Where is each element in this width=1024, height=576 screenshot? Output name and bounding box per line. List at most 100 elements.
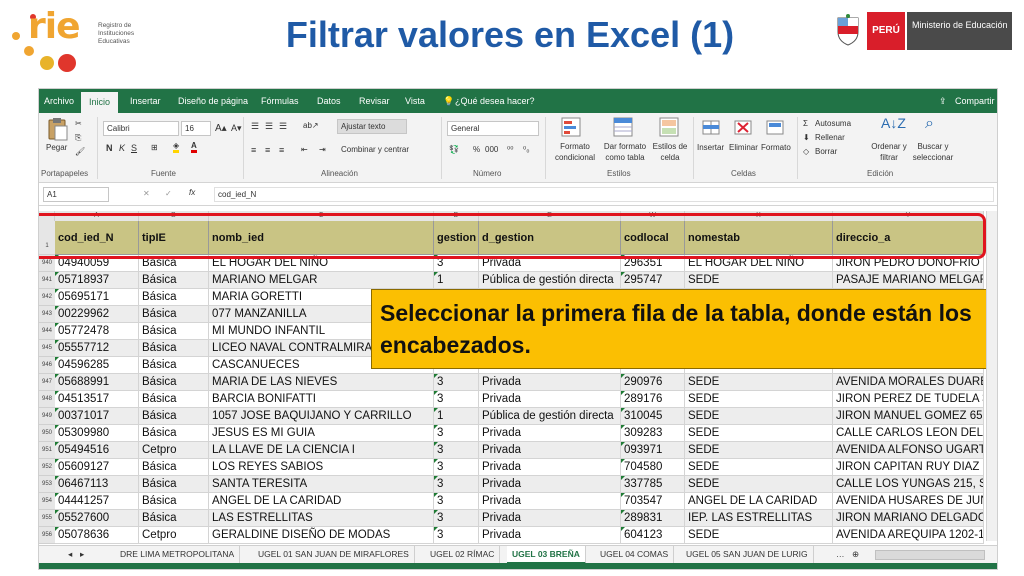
table-cell[interactable]: 00371017 [55,408,139,425]
autosum-icon[interactable]: Σ [803,119,808,128]
table-cell[interactable]: 05527600 [55,510,139,527]
find-select-button[interactable]: Buscar y seleccionar [911,141,955,163]
formula-input[interactable]: cod_ied_N [214,187,994,202]
row-number[interactable]: 956 [39,527,55,544]
table-cell[interactable]: ANGEL DE LA CARIDAD [209,493,434,510]
table-cell[interactable]: 04596285 [55,357,139,374]
table-cell[interactable]: 3 [434,391,479,408]
italic-icon[interactable]: K [119,143,125,153]
table-cell[interactable]: 04513517 [55,391,139,408]
row-number[interactable]: 943 [39,306,55,323]
sheet-tab[interactable]: UGEL 01 SAN JUAN DE MIRAFLORES [253,546,415,564]
table-cell[interactable]: 289176 [621,391,685,408]
table-cell[interactable]: AVENIDA ALFONSO UGARTE [833,442,984,459]
sheet-tab[interactable]: UGEL 02 RÍMAC [425,546,501,564]
table-cell[interactable]: SEDE [685,425,833,442]
table-cell[interactable]: Privada [479,391,621,408]
table-cell[interactable]: 1057 JOSE BAQUIJANO Y CARRILLO [209,408,434,425]
decimal-decrease-icon[interactable]: ⁰₀ [523,145,530,154]
format-table-button[interactable]: Dar formato como tabla [601,141,649,163]
tab-archivo[interactable]: Archivo [44,89,74,113]
table-cell[interactable]: 704580 [621,459,685,476]
paste-button[interactable]: Pegar [46,143,67,152]
table-cell[interactable]: Privada [479,476,621,493]
decimal-increase-icon[interactable]: ⁰⁰ [507,145,513,154]
table-cell[interactable]: SANTA TERESITA [209,476,434,493]
sheet-tab-active[interactable]: UGEL 03 BREÑA [507,546,586,564]
table-cell[interactable]: 309283 [621,425,685,442]
table-cell[interactable]: LAS ESTRELLITAS [209,510,434,527]
sheet-tab[interactable]: UGEL 05 SAN JUAN DE LURIG [681,546,814,564]
table-cell[interactable]: Privada [479,527,621,544]
align-center-icon[interactable]: ≡ [265,145,270,155]
clear-icon[interactable]: ◇ [803,147,809,156]
table-cell[interactable]: Básica [139,476,209,493]
cell-styles-icon[interactable] [659,117,679,137]
cancel-icon[interactable]: ✕ [143,189,150,198]
table-cell[interactable]: 3 [434,476,479,493]
table-cell[interactable]: Básica [139,510,209,527]
sort-filter-button[interactable]: Ordenar y filtrar [867,141,911,163]
number-format-select[interactable]: General [447,121,539,136]
table-cell[interactable]: Privada [479,425,621,442]
wrap-text-button[interactable]: Ajustar texto [337,119,407,134]
fill-button[interactable]: Rellenar [815,133,845,142]
table-cell[interactable]: SEDE [685,391,833,408]
table-cell[interactable]: 290976 [621,374,685,391]
table-cell[interactable]: 3 [434,425,479,442]
fill-color-icon[interactable]: ◈ [173,141,180,153]
table-cell[interactable]: 05309980 [55,425,139,442]
format-cells-icon[interactable] [765,117,785,137]
table-cell[interactable]: Privada [479,374,621,391]
tab-formulas[interactable]: Fórmulas [261,89,299,113]
table-cell[interactable]: 3 [434,374,479,391]
table-cell[interactable]: AVENIDA HUSARES DE JUNIN [833,493,984,510]
table-row[interactable]: 954 04441257 Básica ANGEL DE LA CARIDAD 3 Pri… [39,493,984,510]
table-cell[interactable]: 05078636 [55,527,139,544]
table-cell[interactable]: 05557712 [55,340,139,357]
clear-button[interactable]: Borrar [815,147,837,156]
paste-icon[interactable] [47,117,69,141]
row-number[interactable]: 954 [39,493,55,510]
align-middle-icon[interactable]: ☰ [265,121,273,132]
font-size-select[interactable]: 16 [181,121,211,136]
align-right-icon[interactable]: ≡ [279,145,284,155]
table-row[interactable]: 955 05527600 Básica LAS ESTRELLITAS 3 Privada… [39,510,984,527]
tab-inicio[interactable]: Inicio [81,92,119,113]
table-cell[interactable]: 3 [434,442,479,459]
indent-increase-icon[interactable]: ⇥ [319,145,326,154]
underline-icon[interactable]: S [131,143,137,153]
table-cell[interactable]: Básica [139,408,209,425]
table-row[interactable]: 941 05718937 Básica MARIANO MELGAR 1 Pública … [39,272,984,289]
table-cell[interactable]: MARIA DE LAS NIEVES [209,374,434,391]
table-cell[interactable]: SEDE [685,374,833,391]
table-cell[interactable]: 604123 [621,527,685,544]
table-row[interactable]: 948 04513517 Básica BARCIA BONIFATTI 3 Privad… [39,391,984,408]
table-cell[interactable]: JESUS ES MI GUIA [209,425,434,442]
magnifier-icon[interactable]: ⌕ [925,115,934,133]
table-cell[interactable]: 1 [434,272,479,289]
table-row[interactable]: 952 05609127 Básica LOS REYES SABIOS 3 Privad… [39,459,984,476]
tab-insertar[interactable]: Insertar [130,89,161,113]
row-number[interactable]: 949 [39,408,55,425]
vertical-scrollbar[interactable] [986,211,997,541]
function-icon[interactable]: fx [189,188,195,197]
bold-icon[interactable]: N [106,143,113,153]
row-number[interactable]: 951 [39,442,55,459]
table-cell[interactable]: Básica [139,374,209,391]
row-number[interactable]: 947 [39,374,55,391]
fill-icon[interactable]: ⬇ [803,133,810,142]
table-cell[interactable]: 295747 [621,272,685,289]
row-number[interactable]: 942 [39,289,55,306]
insert-cells-icon[interactable] [701,117,721,137]
add-sheet-icon[interactable]: ⊕ [847,546,864,564]
conditional-format-icon[interactable] [561,117,581,137]
table-cell[interactable]: LA LLAVE DE LA CIENCIA I [209,442,434,459]
table-cell[interactable]: 05688991 [55,374,139,391]
table-cell[interactable]: 05718937 [55,272,139,289]
table-cell[interactable]: Básica [139,459,209,476]
table-cell[interactable]: 05609127 [55,459,139,476]
table-cell[interactable]: SEDE [685,459,833,476]
table-cell[interactable]: 06467113 [55,476,139,493]
table-cell[interactable]: 05772478 [55,323,139,340]
